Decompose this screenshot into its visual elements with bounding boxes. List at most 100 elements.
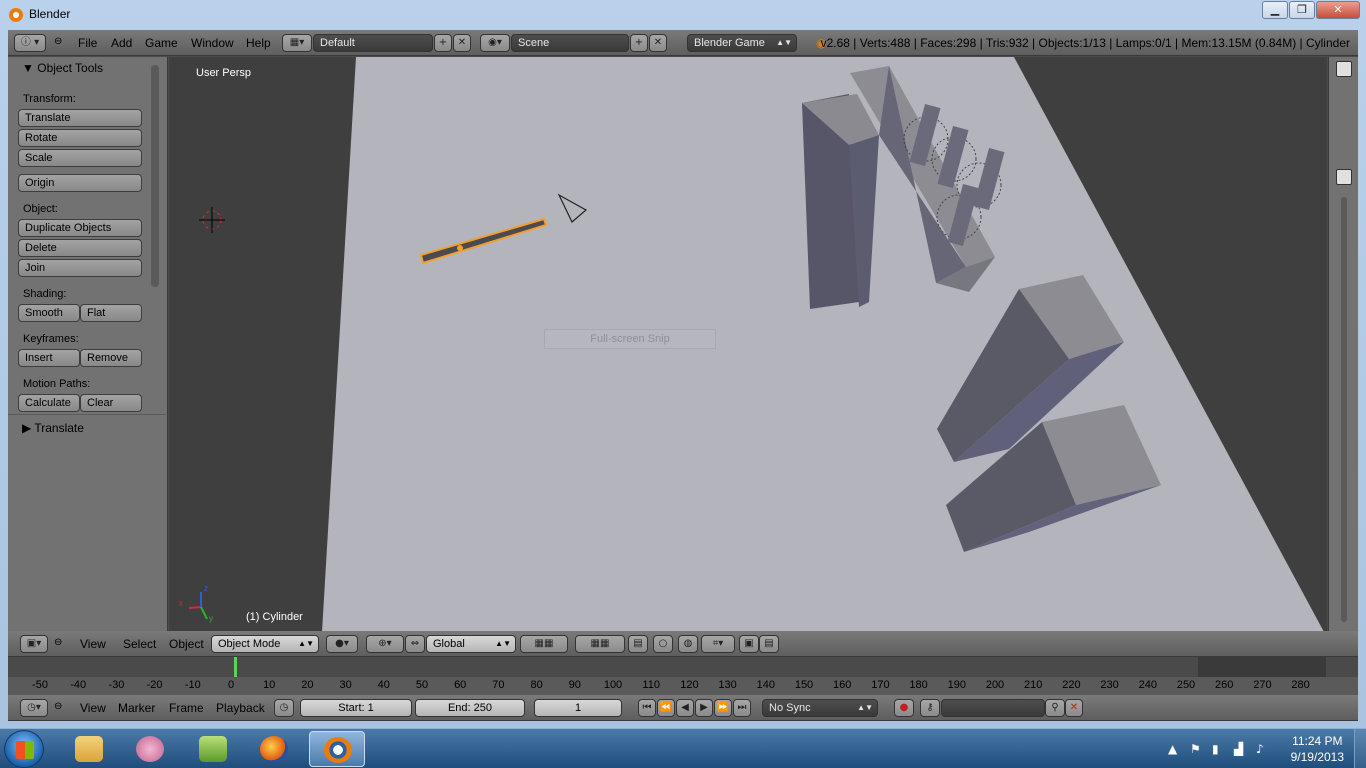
blender-taskbar-button[interactable] bbox=[309, 731, 365, 767]
title-bar[interactable]: Blender ▁ ❐ ✕ bbox=[0, 0, 1366, 30]
current-frame-indicator[interactable] bbox=[234, 657, 237, 677]
remove-scene-icon[interactable]: ✕ bbox=[649, 34, 667, 52]
outliner-icon[interactable] bbox=[1336, 61, 1352, 77]
join-button[interactable]: Join bbox=[18, 259, 142, 277]
firefox-taskbar-button[interactable] bbox=[246, 731, 302, 767]
smooth-button[interactable]: Smooth bbox=[18, 304, 80, 322]
next-keyframe-icon[interactable]: ⏩ bbox=[714, 699, 732, 717]
scale-button[interactable]: Scale bbox=[18, 149, 142, 167]
add-layout-icon[interactable]: + bbox=[434, 34, 452, 52]
scene-field[interactable]: Scene bbox=[511, 34, 629, 52]
tool-shelf-scrollbar[interactable] bbox=[151, 65, 159, 287]
menu-view[interactable]: View bbox=[80, 637, 106, 651]
remove-layout-icon[interactable]: ✕ bbox=[453, 34, 471, 52]
menu-add[interactable]: Add bbox=[111, 36, 132, 50]
menu-object[interactable]: Object bbox=[169, 637, 204, 651]
delete-key-icon[interactable]: ✕ bbox=[1065, 699, 1083, 717]
translate-operator-panel[interactable]: ▶ Translate bbox=[22, 421, 84, 435]
collapse-menu-icon[interactable]: ⊖ bbox=[54, 637, 62, 648]
current-frame-field[interactable]: 1 bbox=[534, 699, 622, 717]
close-button[interactable]: ✕ bbox=[1316, 1, 1360, 19]
calculate-button[interactable]: Calculate bbox=[18, 394, 80, 412]
minimize-button[interactable]: ▁ bbox=[1262, 1, 1288, 19]
snap-icon[interactable]: ◍ bbox=[678, 635, 698, 653]
remove-keyframe-button[interactable]: Remove bbox=[80, 349, 142, 367]
manipulator-icon[interactable]: ⇔ bbox=[405, 635, 425, 653]
insert-key-icon[interactable]: ⚲ bbox=[1045, 699, 1065, 717]
volume-icon[interactable]: ♪ bbox=[1256, 742, 1264, 756]
record-icon[interactable]: ● bbox=[894, 699, 914, 717]
origin-button[interactable]: Origin bbox=[18, 174, 142, 192]
keying-set-field[interactable] bbox=[941, 699, 1045, 717]
clock[interactable]: 11:24 PM 9/19/2013 bbox=[1291, 733, 1344, 765]
editor-type-cube-icon[interactable]: ▣▾ bbox=[20, 635, 48, 653]
layers-right-icon[interactable]: ▦▦ bbox=[575, 635, 625, 653]
viewport-shading-icon[interactable]: ●▾ bbox=[326, 635, 358, 653]
screen-layout-icon[interactable]: ▦▾ bbox=[282, 34, 312, 52]
menu-window[interactable]: Window bbox=[191, 36, 234, 50]
action-center-flag-icon[interactable]: ⚑ bbox=[1190, 742, 1201, 756]
preview-range-icon[interactable]: ◷ bbox=[274, 699, 294, 717]
lock-layers-icon[interactable]: ▤ bbox=[628, 635, 648, 653]
collapse-menu-icon[interactable]: ⊖ bbox=[54, 36, 62, 47]
properties-icon[interactable] bbox=[1336, 169, 1352, 185]
window-title: Blender bbox=[29, 7, 71, 21]
files-taskbar-button[interactable] bbox=[185, 731, 241, 767]
menu-select[interactable]: Select bbox=[123, 637, 156, 651]
render-icon[interactable]: ▣ bbox=[739, 635, 759, 653]
timeline[interactable]: -50 -40 -30 -20 -10 0 10 20 30 40 50 60 70 80 90 100 110… bbox=[8, 657, 1358, 695]
info-editor-type-icon[interactable]: ⓘ ▾ bbox=[14, 34, 46, 52]
add-scene-icon[interactable]: + bbox=[630, 34, 648, 52]
play-icon[interactable]: ▶ bbox=[695, 699, 713, 717]
render-engine-select[interactable]: Blender Game ▲▼ bbox=[687, 34, 797, 52]
transform-orientation-select[interactable]: Global ▲▼ bbox=[426, 635, 516, 653]
rotate-button[interactable]: Rotate bbox=[18, 129, 142, 147]
start-button[interactable] bbox=[4, 730, 44, 768]
show-hidden-icons-icon[interactable]: ▲ bbox=[1168, 742, 1177, 756]
end-frame-field[interactable]: End: 250 bbox=[415, 699, 525, 717]
timeline-editor-icon[interactable]: ◷▾ bbox=[20, 699, 48, 717]
orientation-label: Global bbox=[433, 638, 465, 650]
keying-set-icon[interactable]: ⚷ bbox=[920, 699, 940, 717]
show-desktop-button[interactable] bbox=[1354, 729, 1366, 768]
folder-icon bbox=[75, 736, 103, 762]
screen-layout-field[interactable]: Default bbox=[313, 34, 433, 52]
delete-button[interactable]: Delete bbox=[18, 239, 142, 257]
right-scrollbar[interactable] bbox=[1341, 197, 1347, 622]
duplicate-objects-button[interactable]: Duplicate Objects bbox=[18, 219, 142, 237]
menu-game[interactable]: Game bbox=[145, 36, 178, 50]
sync-select[interactable]: No Sync ▲▼ bbox=[762, 699, 878, 717]
prev-keyframe-icon[interactable]: ⏪ bbox=[657, 699, 675, 717]
snap-element-icon[interactable]: ⌗▾ bbox=[701, 635, 735, 653]
timeline-track[interactable] bbox=[8, 657, 1358, 677]
menu-playback[interactable]: Playback bbox=[216, 701, 265, 715]
menu-view[interactable]: View bbox=[80, 701, 106, 715]
proportional-edit-icon[interactable]: ○ bbox=[653, 635, 673, 653]
translate-button[interactable]: Translate bbox=[18, 109, 142, 127]
maximize-button[interactable]: ❐ bbox=[1289, 1, 1315, 19]
clear-button[interactable]: Clear bbox=[80, 394, 142, 412]
menu-frame[interactable]: Frame bbox=[169, 701, 204, 715]
scene-icon[interactable]: ◉▾ bbox=[480, 34, 510, 52]
3d-viewport[interactable]: User Persp (1) Cylinder x y z Full-scree… bbox=[169, 57, 1327, 632]
layers-left-icon[interactable]: ▦▦ bbox=[520, 635, 568, 653]
snipping-tool-taskbar-button[interactable] bbox=[122, 731, 178, 767]
network-signal-icon[interactable]: ▟ bbox=[1234, 742, 1243, 756]
menu-file[interactable]: File bbox=[78, 36, 97, 50]
start-frame-field[interactable]: Start: 1 bbox=[300, 699, 412, 717]
play-reverse-icon[interactable]: ◀ bbox=[676, 699, 694, 717]
usb-device-icon[interactable]: ▮ bbox=[1212, 742, 1219, 756]
menu-marker[interactable]: Marker bbox=[118, 701, 155, 715]
object-tools-panel-header[interactable]: ▼ Object Tools bbox=[22, 61, 103, 75]
pivot-point-icon[interactable]: ⊕▾ bbox=[366, 635, 404, 653]
render-animation-icon[interactable]: ▤ bbox=[759, 635, 779, 653]
flat-button[interactable]: Flat bbox=[80, 304, 142, 322]
collapse-menu-icon[interactable]: ⊖ bbox=[54, 701, 62, 712]
jump-start-icon[interactable]: ⏮ bbox=[638, 699, 656, 717]
mode-select[interactable]: Object Mode ▲▼ bbox=[211, 635, 319, 653]
timeline-tick: 60 bbox=[454, 679, 467, 691]
jump-end-icon[interactable]: ⏭ bbox=[733, 699, 751, 717]
menu-help[interactable]: Help bbox=[246, 36, 271, 50]
insert-keyframe-button[interactable]: Insert bbox=[18, 349, 80, 367]
explorer-taskbar-button[interactable] bbox=[61, 731, 117, 767]
